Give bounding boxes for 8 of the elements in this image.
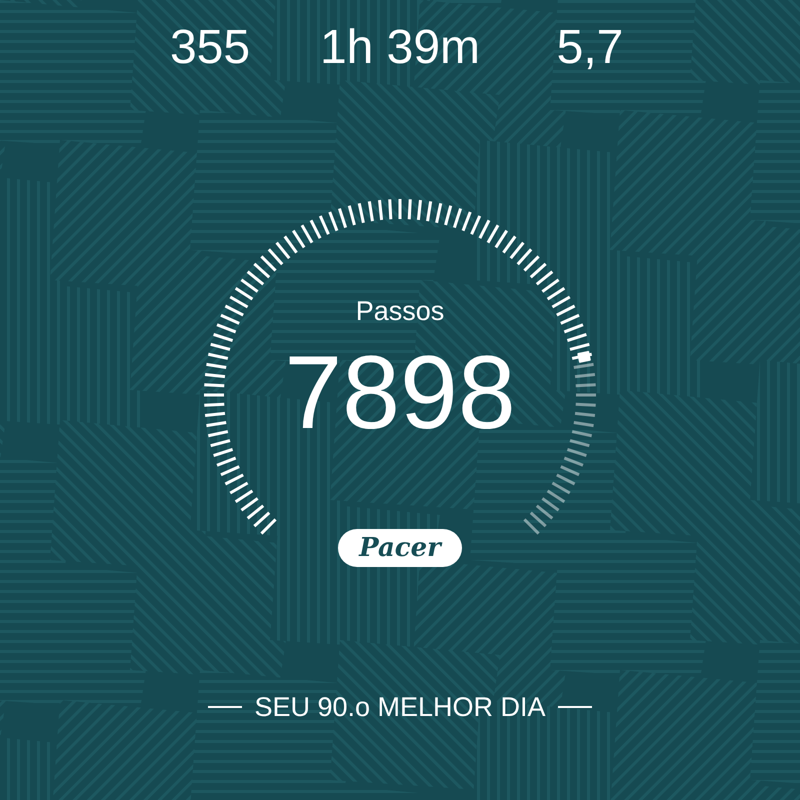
stat-value: 355 [168, 20, 252, 76]
steps-label: Passos [356, 295, 444, 327]
app-logo: Pacer [338, 529, 462, 567]
stat-value: 5,7 [556, 20, 624, 76]
best-day-caption: SEU 90.o MELHOR DIA [254, 691, 546, 723]
stat-value: 1h 39m [318, 20, 482, 76]
gauge-marker [577, 350, 591, 363]
steps-count: 7898 [284, 337, 516, 449]
